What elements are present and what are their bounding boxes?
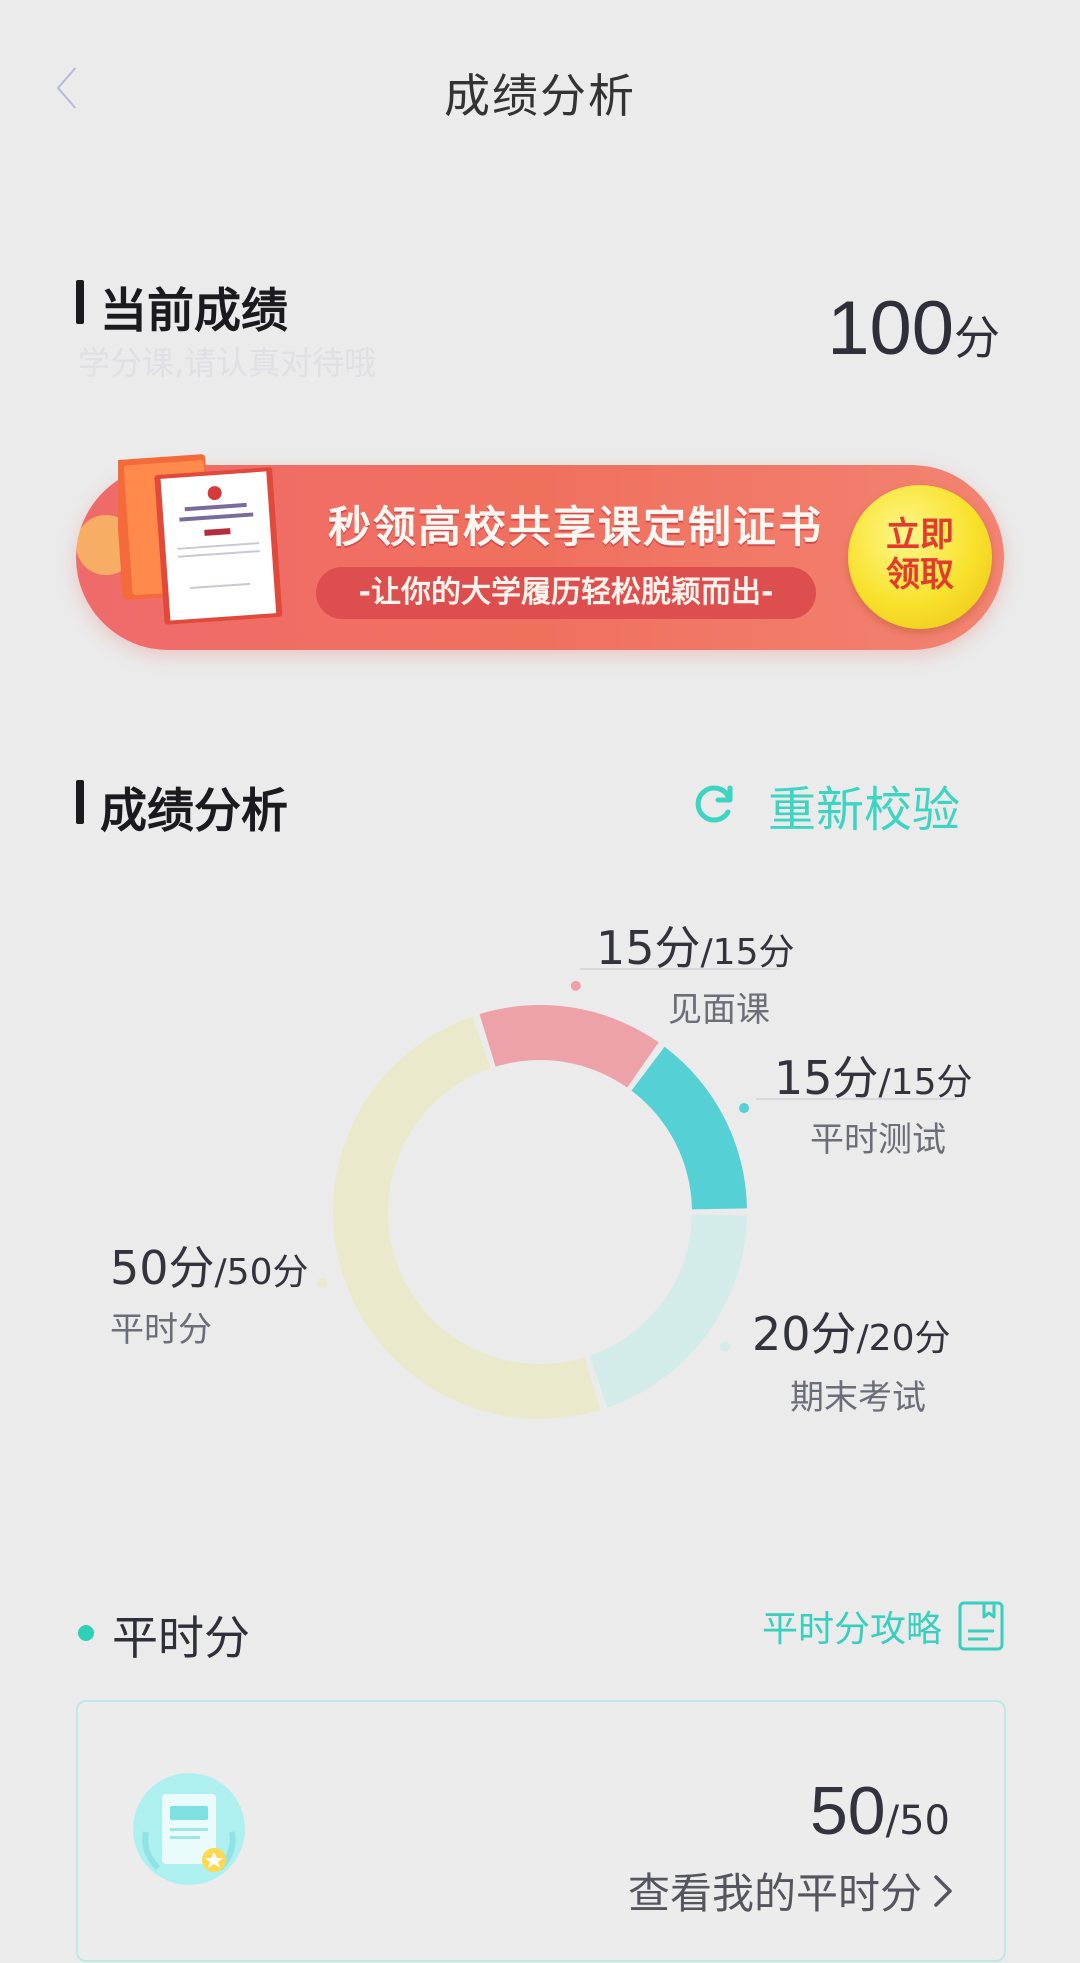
label-final-exam-score: 20分/20分	[752, 1298, 951, 1364]
final-exam-total: /20分	[856, 1318, 951, 1359]
card-score-value: 50	[809, 1773, 886, 1849]
score-breakdown-chart: 15分/15分 见面课 15分/15分 平时测试 20分/20分 期末考试 50…	[0, 880, 1080, 1440]
app-header: 成绩分析	[0, 0, 1080, 180]
current-score-number: 100	[827, 286, 954, 371]
usual-score-row: 平时分 平时分攻略	[76, 1600, 1004, 1670]
book-icon	[958, 1601, 1004, 1651]
banner-subtitle: -让你的大学履历轻松脱颖而出-	[358, 575, 774, 610]
usual-name: 平时分	[110, 1310, 212, 1350]
donut-slice-final-exam	[589, 1214, 747, 1408]
recheck-label: 重新校验	[767, 782, 960, 838]
usual-score-card[interactable]: 50/50 查看我的平时分	[76, 1700, 1006, 1962]
refresh-icon	[695, 785, 733, 823]
card-score: 50/50	[810, 1772, 950, 1850]
current-score-unit: 分	[954, 311, 1000, 365]
donut-slice-tests	[631, 1046, 747, 1210]
claim-line-1: 立即	[886, 515, 954, 555]
face-to-face-score: 15分	[596, 921, 701, 975]
analysis-heading: 成绩分析	[76, 772, 288, 841]
bullet-dot	[78, 1625, 94, 1641]
current-score-hint: 学分课,请认真对待哦	[78, 344, 377, 382]
banner-title: 秒领高校共享课定制证书	[328, 503, 823, 553]
certificate-illustration	[118, 454, 283, 625]
final-exam-score: 20分	[752, 1307, 857, 1361]
chevron-right-icon	[934, 1874, 952, 1907]
donut-dot-final-exam	[720, 1341, 731, 1352]
usual-guide-link[interactable]: 平时分攻略	[762, 1600, 1004, 1652]
tests-score: 15分	[774, 1051, 879, 1105]
usual-score-label: 平时分	[112, 1611, 250, 1665]
view-usual-score-label: 查看我的平时分	[627, 1869, 922, 1918]
donut-dot-usual	[317, 1277, 328, 1288]
tests-name: 平时测试	[810, 1120, 946, 1160]
page-title: 成绩分析	[444, 69, 636, 123]
claim-now-button[interactable]: 立即 领取	[848, 485, 992, 629]
face-to-face-leader	[580, 968, 780, 970]
donut-dot-tests	[739, 1103, 750, 1114]
face-to-face-total: /15分	[700, 932, 795, 973]
donut-dot-face-to-face	[570, 980, 581, 991]
usual-score: 50分	[110, 1241, 215, 1295]
tests-total: /15分	[878, 1062, 973, 1103]
final-exam-name: 期末考试	[790, 1378, 926, 1418]
face-to-face-name: 见面课	[668, 990, 770, 1030]
card-score-total: /50	[885, 1798, 950, 1844]
donut-slice-face-to-face	[479, 1005, 659, 1088]
claim-line-2: 领取	[886, 555, 954, 595]
certificate-badge-icon	[133, 1773, 245, 1885]
view-usual-score-link[interactable]: 查看我的平时分	[628, 1860, 954, 1921]
recheck-button[interactable]: 重新校验	[692, 770, 960, 840]
current-score-value: 100分	[827, 285, 1000, 372]
tests-leader	[756, 1098, 956, 1100]
donut-slice-usual	[333, 1016, 601, 1419]
usual-total: /50分	[214, 1252, 309, 1293]
label-usual-score: 50分/50分	[110, 1232, 309, 1298]
current-score-heading: 当前成绩	[76, 272, 288, 341]
usual-guide-label: 平时分攻略	[761, 1609, 942, 1650]
